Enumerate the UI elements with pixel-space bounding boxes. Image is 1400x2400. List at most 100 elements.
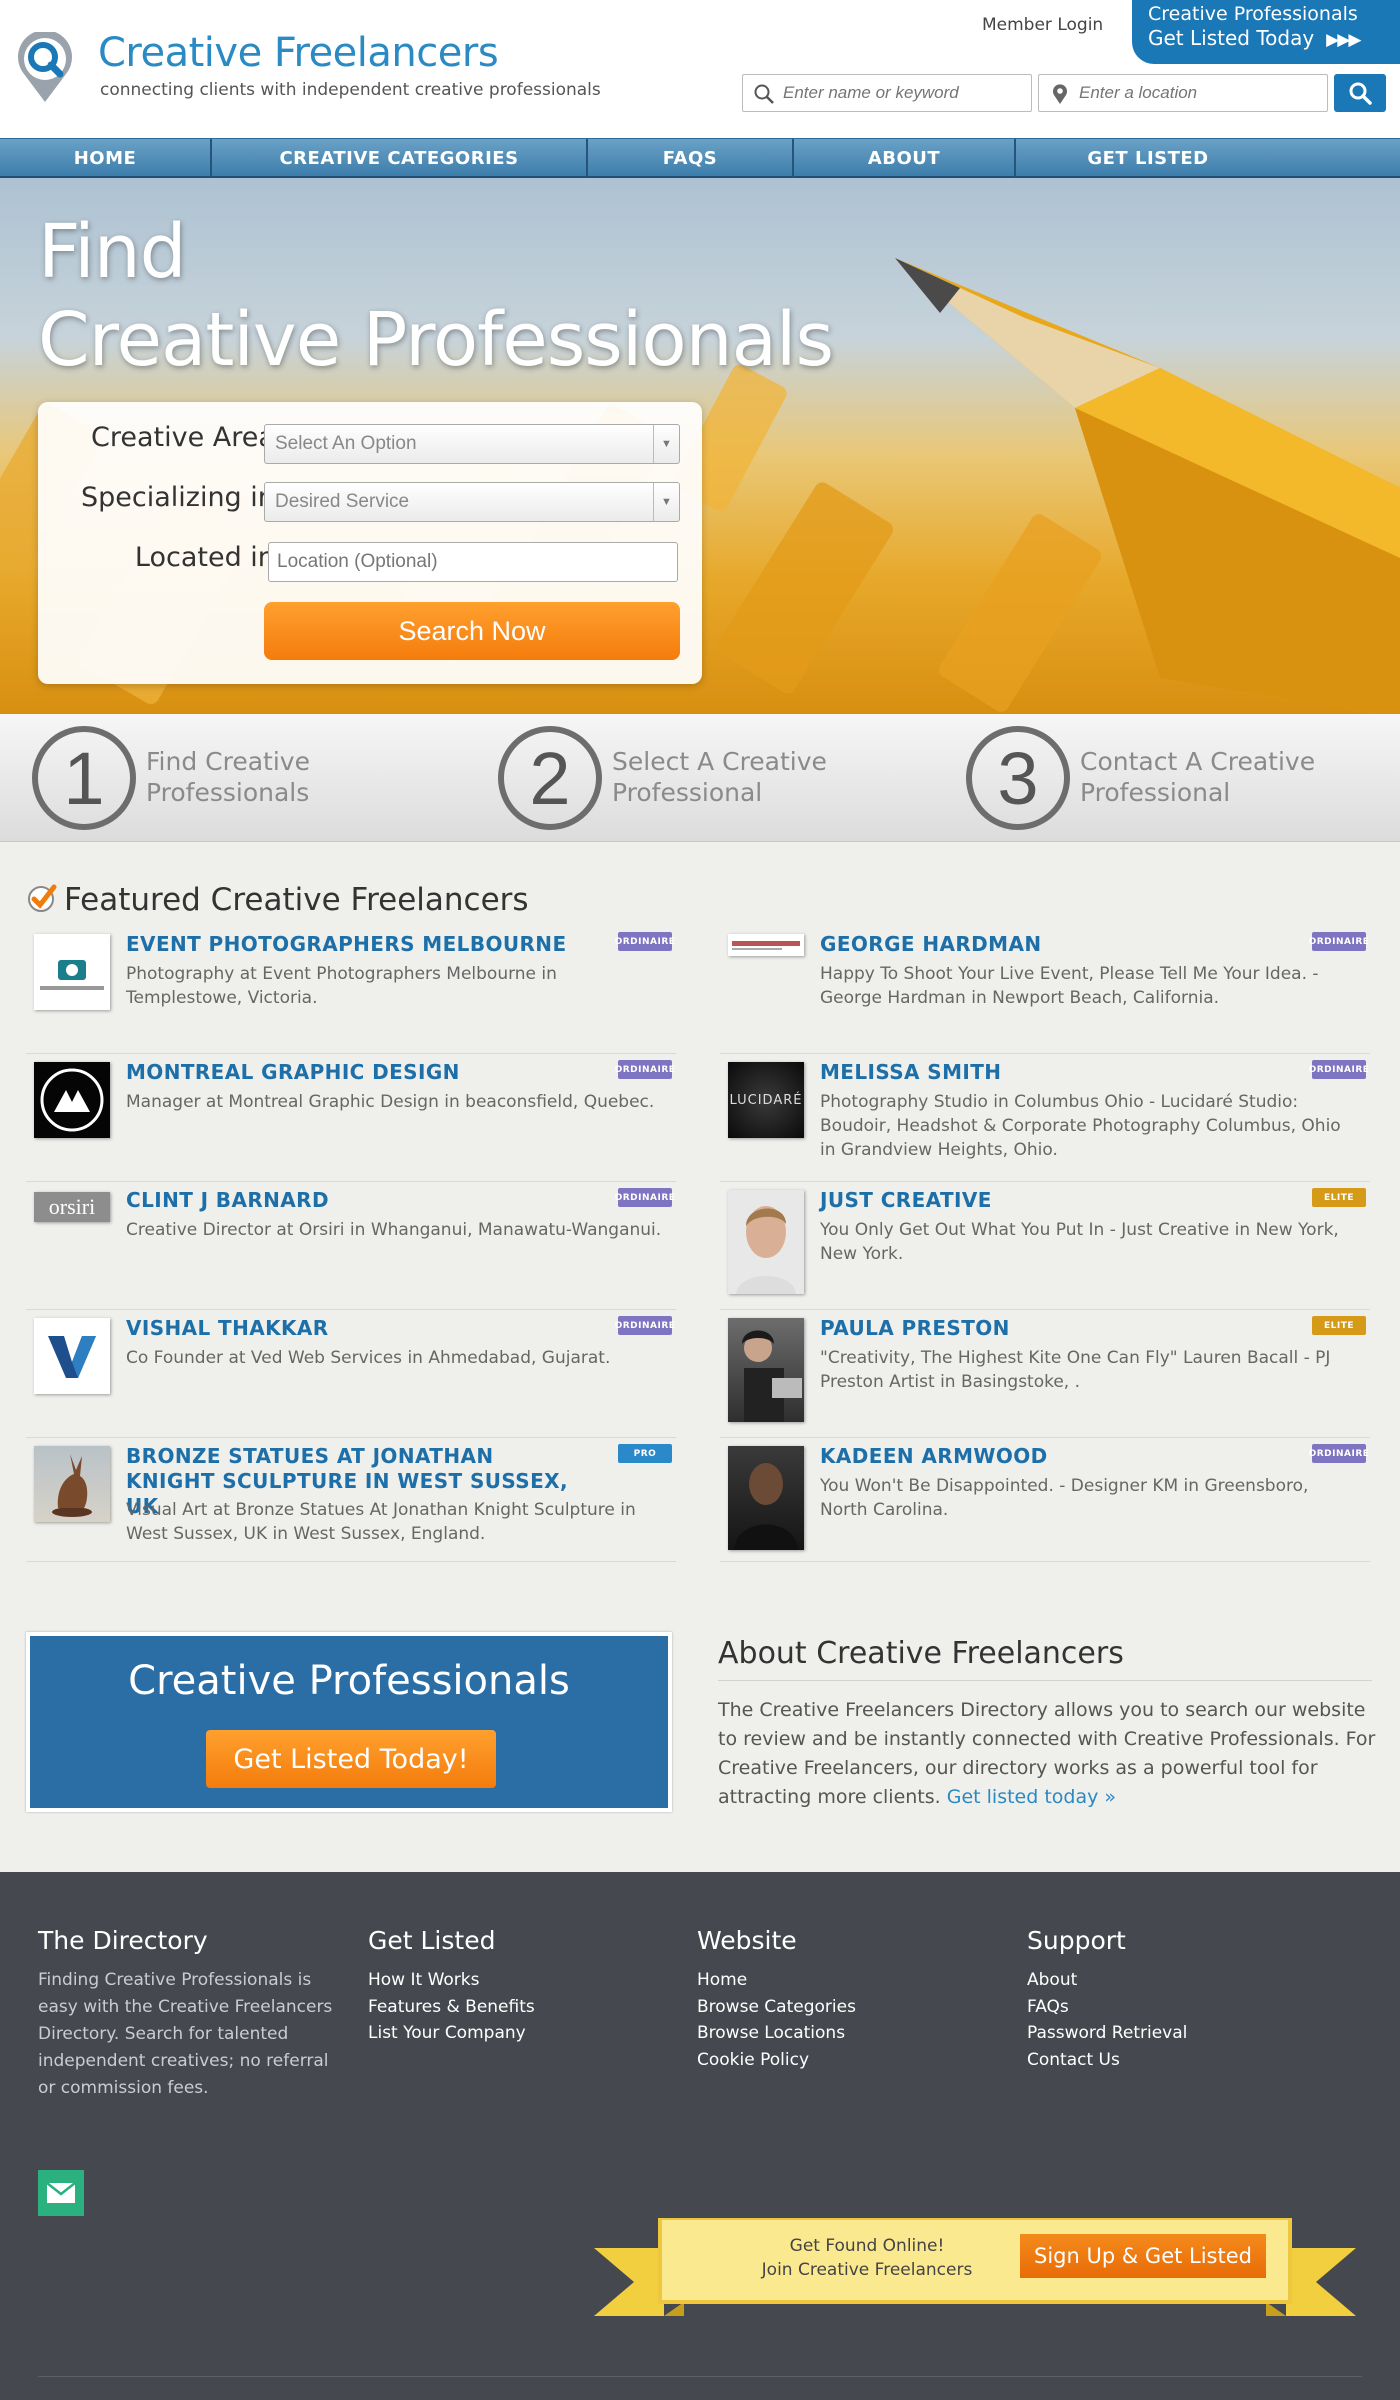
main-nav: HOME CREATIVE CATEGORIES FAQS ABOUT GET … [0, 138, 1400, 178]
listing-item: VISHAL THAKKAR Co Founder at Ved Web Ser… [26, 1310, 676, 1438]
footer-get-listed: Get Listed How It Works Features & Benef… [368, 1926, 668, 2047]
membership-badge: ORDINAIRE [615, 1188, 675, 1207]
chevron-down-icon: ▼ [653, 483, 679, 521]
footer-heading: Get Listed [368, 1926, 496, 1955]
listing-photo[interactable] [728, 1190, 804, 1294]
step-line-1: Find Creative [146, 747, 310, 776]
creative-area-value: Select An Option [275, 433, 417, 454]
hero-title: Find Creative Professionals [38, 208, 834, 384]
listing-name-link[interactable]: JUST CREATIVE [820, 1188, 1280, 1213]
listing-description: Happy To Shoot Your Live Event, Please T… [820, 964, 1319, 1008]
listing-item: orsiri CLINT J BARNARD Creative Director… [26, 1182, 676, 1310]
search-form-panel: Creative Area: Select An Option ▼ Specia… [38, 402, 702, 684]
logo-tagline: connecting clients with independent crea… [100, 80, 601, 100]
nav-home[interactable]: HOME [0, 139, 212, 177]
footer-directory-text: Finding Creative Professionals is easy w… [38, 1970, 333, 2098]
keyword-search-input[interactable] [743, 75, 1031, 111]
footer-link-faqs[interactable]: FAQs [1027, 1994, 1327, 2021]
footer-link-features[interactable]: Features & Benefits [368, 1994, 668, 2021]
location-search-box [1038, 74, 1328, 112]
site-footer: The Directory Finding Creative Professio… [0, 1872, 1400, 2400]
header-search-button[interactable] [1334, 74, 1386, 112]
footer-link-how-it-works[interactable]: How It Works [368, 1967, 668, 1994]
listing-description: Creative Director at Orsiri in Whanganui… [126, 1220, 662, 1240]
membership-badge: ORDINAIRE [615, 1316, 675, 1335]
about-text: The Creative Freelancers Directory allow… [718, 1696, 1378, 1812]
listing-name-link[interactable]: GEORGE HARDMAN [820, 932, 1280, 957]
get-listed-link[interactable]: Get listed today » [947, 1786, 1116, 1808]
footer-link-contact-us[interactable]: Contact Us [1027, 2047, 1327, 2074]
step-line-1: Select A Creative [612, 747, 827, 776]
footer-link-about[interactable]: About [1027, 1967, 1327, 1994]
mail-icon[interactable] [38, 2170, 84, 2216]
sign-up-button[interactable]: Sign Up & Get Listed [1020, 2234, 1266, 2278]
listing-logo[interactable]: LUCIDARÉ [728, 1062, 804, 1138]
footer-directory: The Directory Finding Creative Professio… [38, 1926, 338, 2102]
listing-item: LUCIDARÉ MELISSA SMITH Photography Studi… [720, 1054, 1370, 1182]
nav-faqs[interactable]: FAQS [588, 139, 794, 177]
triple-arrow-icon: ▶▶▶ [1326, 30, 1361, 50]
get-listed-button[interactable]: Get Listed Today! [206, 1730, 496, 1788]
member-login-link[interactable]: Member Login [982, 15, 1103, 35]
listing-logo[interactable] [34, 1318, 110, 1394]
location-search-input[interactable] [1039, 75, 1327, 111]
listing-description: "Creativity, The Highest Kite One Can Fl… [820, 1348, 1331, 1392]
nav-about[interactable]: ABOUT [794, 139, 1016, 177]
listing-description: Manager at Montreal Graphic Design in be… [126, 1092, 655, 1112]
footer-link-home[interactable]: Home [697, 1967, 997, 1994]
creative-area-label: Creative Area: [90, 422, 284, 453]
specializing-select[interactable]: Desired Service ▼ [264, 482, 680, 522]
promo-box: Creative Professionals Get Listed Today! [26, 1632, 672, 1812]
listing-name-link[interactable]: VISHAL THAKKAR [126, 1316, 586, 1341]
logo-pin-icon[interactable] [16, 32, 74, 104]
logo-title[interactable]: Creative Freelancers [98, 30, 499, 76]
membership-badge: ORDINAIRE [615, 932, 675, 951]
listing-name-link[interactable]: MELISSA SMITH [820, 1060, 1280, 1085]
listing-logo[interactable]: orsiri [34, 1192, 110, 1222]
footer-link-list-company[interactable]: List Your Company [368, 2020, 668, 2047]
listing-name-link[interactable]: PAULA PRESTON [820, 1316, 1280, 1341]
keyword-search-box [742, 74, 1032, 112]
step-number: 3 [966, 726, 1070, 830]
search-now-button[interactable]: Search Now [264, 602, 680, 660]
listing-photo[interactable] [728, 1446, 804, 1550]
listing-logo[interactable] [34, 934, 110, 1010]
listing-logo[interactable] [728, 934, 804, 956]
membership-badge: ORDINAIRE [1309, 1060, 1369, 1079]
get-listed-tab[interactable]: Creative Professionals Get Listed Today ▶… [1132, 0, 1400, 64]
featured-title: Featured Creative Freelancers [64, 882, 529, 918]
listing-logo[interactable] [34, 1062, 110, 1138]
location-field[interactable]: Location (Optional) [268, 542, 678, 582]
listing-item: BRONZE STATUES AT JONATHAN KNIGHT SCULPT… [26, 1438, 676, 1562]
listing-photo[interactable] [34, 1446, 110, 1522]
footer-link-browse-locations[interactable]: Browse Locations [697, 2020, 997, 2047]
signup-ribbon: Get Found Online! Join Creative Freelanc… [594, 2218, 1356, 2336]
footer-link-password-retrieval[interactable]: Password Retrieval [1027, 2020, 1327, 2047]
search-icon [1349, 82, 1372, 105]
footer-link-cookie-policy[interactable]: Cookie Policy [697, 2047, 997, 2074]
membership-badge: ELITE [1312, 1316, 1366, 1335]
membership-badge: ELITE [1312, 1188, 1366, 1207]
step-line-1: Contact A Creative [1080, 747, 1316, 776]
membership-badge: PRO [618, 1444, 672, 1463]
nav-creative-categories[interactable]: CREATIVE CATEGORIES [212, 139, 588, 177]
step-number: 1 [32, 726, 136, 830]
listing-name-link[interactable]: EVENT PHOTOGRAPHERS MELBOURNE [126, 932, 586, 957]
cta-line-2: Get Listed Today [1148, 26, 1315, 50]
footer-heading: Website [697, 1926, 797, 1955]
ribbon-line-1: Get Found Online! [789, 2236, 945, 2256]
step-number: 2 [498, 726, 602, 830]
listing-photo[interactable] [728, 1318, 804, 1422]
creative-area-select[interactable]: Select An Option ▼ [264, 424, 680, 464]
listing-description: Photography at Event Photographers Melbo… [126, 964, 557, 1008]
listing-item: MONTREAL GRAPHIC DESIGN Manager at Montr… [26, 1054, 676, 1182]
footer-link-browse-categories[interactable]: Browse Categories [697, 1994, 997, 2021]
step-line-2: Professionals [146, 778, 310, 807]
listing-name-link[interactable]: KADEEN ARMWOOD [820, 1444, 1280, 1469]
listing-name-link[interactable]: CLINT J BARNARD [126, 1188, 586, 1213]
listing-name-link[interactable]: MONTREAL GRAPHIC DESIGN [126, 1060, 586, 1085]
listing-description: Co Founder at Ved Web Services in Ahmeda… [126, 1348, 611, 1368]
checkmark-icon [28, 884, 57, 912]
located-in-label: Located in: [134, 542, 284, 573]
nav-get-listed[interactable]: GET LISTED [1016, 139, 1280, 177]
